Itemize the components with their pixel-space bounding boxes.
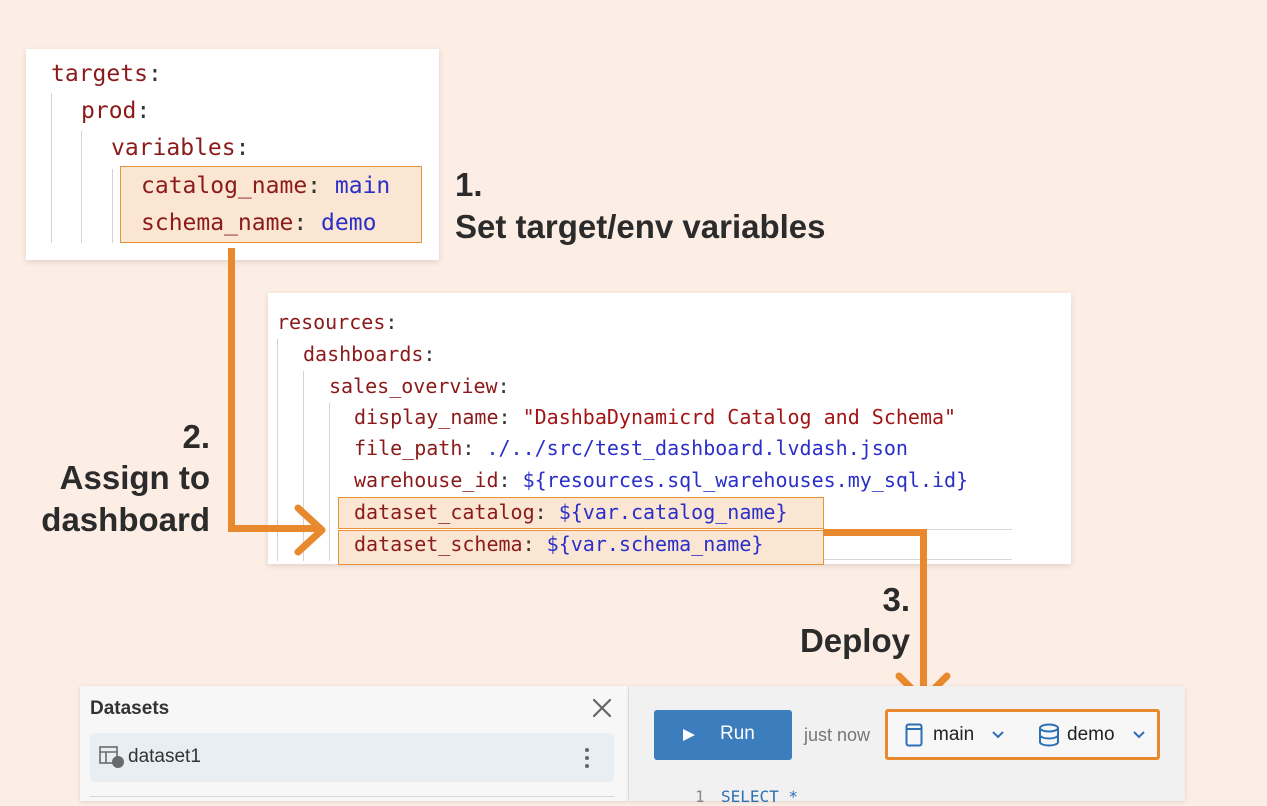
yaml-value: ./../src/test_dashboard.lvdash.json bbox=[486, 436, 908, 460]
schema-dropdown[interactable]: demo bbox=[1023, 712, 1157, 757]
yaml-line-dataset-catalog: dataset_catalog: ${var.catalog_name} bbox=[354, 500, 788, 524]
yaml-key: display_name bbox=[354, 405, 499, 429]
yaml-line-prod: prod: bbox=[81, 98, 151, 124]
yaml-key: schema_name bbox=[141, 210, 294, 236]
yaml-key: warehouse_id bbox=[354, 468, 499, 492]
run-button[interactable]: Run bbox=[654, 710, 792, 760]
step-1-text: Set target/env variables bbox=[455, 208, 826, 245]
yaml-line-dashboards: dashboards: bbox=[303, 342, 436, 366]
step-3-number: 3. bbox=[882, 581, 910, 618]
indent-guide bbox=[112, 169, 113, 243]
query-panel: Run just now main demo 1 SELECT * bbox=[629, 686, 1185, 806]
yaml-line-warehouse-id: warehouse_id: ${resources.sql_warehouses… bbox=[354, 468, 969, 492]
last-run-timestamp: just now bbox=[804, 725, 871, 745]
run-label: Run bbox=[720, 723, 755, 744]
chevron-down-icon bbox=[992, 731, 1004, 739]
yaml-key: dataset_schema bbox=[354, 532, 523, 556]
divider bbox=[90, 796, 614, 797]
schema-value: demo bbox=[1067, 724, 1115, 745]
yaml-line-resources: resources: bbox=[277, 310, 398, 334]
catalog-icon bbox=[905, 723, 923, 747]
catalog-dropdown[interactable]: main bbox=[888, 712, 1018, 757]
yaml-line-targets: targets: bbox=[51, 61, 162, 87]
play-icon bbox=[683, 729, 695, 741]
yaml-line-sales-overview: sales_overview: bbox=[329, 374, 510, 398]
close-icon[interactable] bbox=[592, 698, 612, 718]
arrow-head-right-icon bbox=[294, 504, 326, 556]
targets-yaml-card: targets: prod: variables: catalog_name: … bbox=[26, 49, 439, 260]
yaml-value: ${var.schema_name} bbox=[546, 532, 764, 556]
yaml-line-variables: variables: bbox=[111, 135, 250, 161]
step-2-text-line2: dashboard bbox=[41, 501, 210, 538]
yaml-key: dashboards bbox=[303, 342, 424, 366]
yaml-line-catalog-name: catalog_name: main bbox=[141, 173, 391, 199]
indent-guide bbox=[51, 93, 52, 243]
step-2-number: 2. bbox=[182, 418, 210, 455]
yaml-value: "DashbaDynamicrd Catalog and Schema" bbox=[522, 405, 957, 429]
catalog-value: main bbox=[933, 724, 975, 745]
yaml-line-file-path: file_path: ./../src/test_dashboard.lvdas… bbox=[354, 436, 908, 460]
dataset-name: dataset1 bbox=[128, 746, 201, 767]
database-icon bbox=[1039, 723, 1059, 747]
line-number: 1 bbox=[695, 787, 705, 806]
yaml-line-schema-name: schema_name: demo bbox=[141, 210, 377, 236]
yaml-value: ${resources.sql_warehouses.my_sql.id} bbox=[522, 468, 969, 492]
yaml-value: main bbox=[334, 173, 391, 199]
resources-yaml-card: resources: dashboards: sales_overview: d… bbox=[268, 293, 1071, 565]
dataset-list-item[interactable]: dataset1 bbox=[90, 733, 614, 782]
yaml-line-display-name: display_name: "DashbaDynamicrd Catalog a… bbox=[354, 405, 957, 429]
editor-line-divider bbox=[824, 559, 1012, 560]
step-1-number: 1. bbox=[455, 166, 483, 203]
panel-title: Datasets bbox=[90, 698, 170, 719]
yaml-key: dataset_catalog bbox=[354, 500, 535, 524]
connector-arrow-line bbox=[823, 529, 927, 536]
chevron-down-icon bbox=[1133, 731, 1145, 739]
datasets-panel: Datasets dataset1 bbox=[80, 686, 628, 801]
yaml-key: targets bbox=[51, 61, 148, 87]
connector-arrow-line bbox=[228, 248, 235, 532]
dataset-table-icon bbox=[99, 746, 124, 768]
yaml-key: file_path bbox=[354, 436, 463, 460]
yaml-key: sales_overview bbox=[329, 374, 498, 398]
yaml-line-dataset-schema: dataset_schema: ${var.schema_name} bbox=[354, 532, 764, 556]
yaml-value: demo bbox=[321, 210, 377, 236]
yaml-key: catalog_name bbox=[141, 173, 308, 199]
indent-guide bbox=[81, 131, 82, 243]
yaml-key: resources bbox=[277, 310, 386, 334]
yaml-value: ${var.catalog_name} bbox=[558, 500, 788, 524]
sql-editor-line[interactable]: SELECT * bbox=[721, 787, 798, 806]
yaml-key: prod bbox=[81, 98, 137, 124]
more-options-icon[interactable] bbox=[583, 747, 591, 769]
catalog-schema-selector: main demo bbox=[885, 709, 1160, 760]
step-2-text-line1: Assign to bbox=[59, 459, 210, 496]
yaml-key: variables bbox=[111, 135, 236, 161]
step-3-text: Deploy bbox=[799, 622, 910, 659]
